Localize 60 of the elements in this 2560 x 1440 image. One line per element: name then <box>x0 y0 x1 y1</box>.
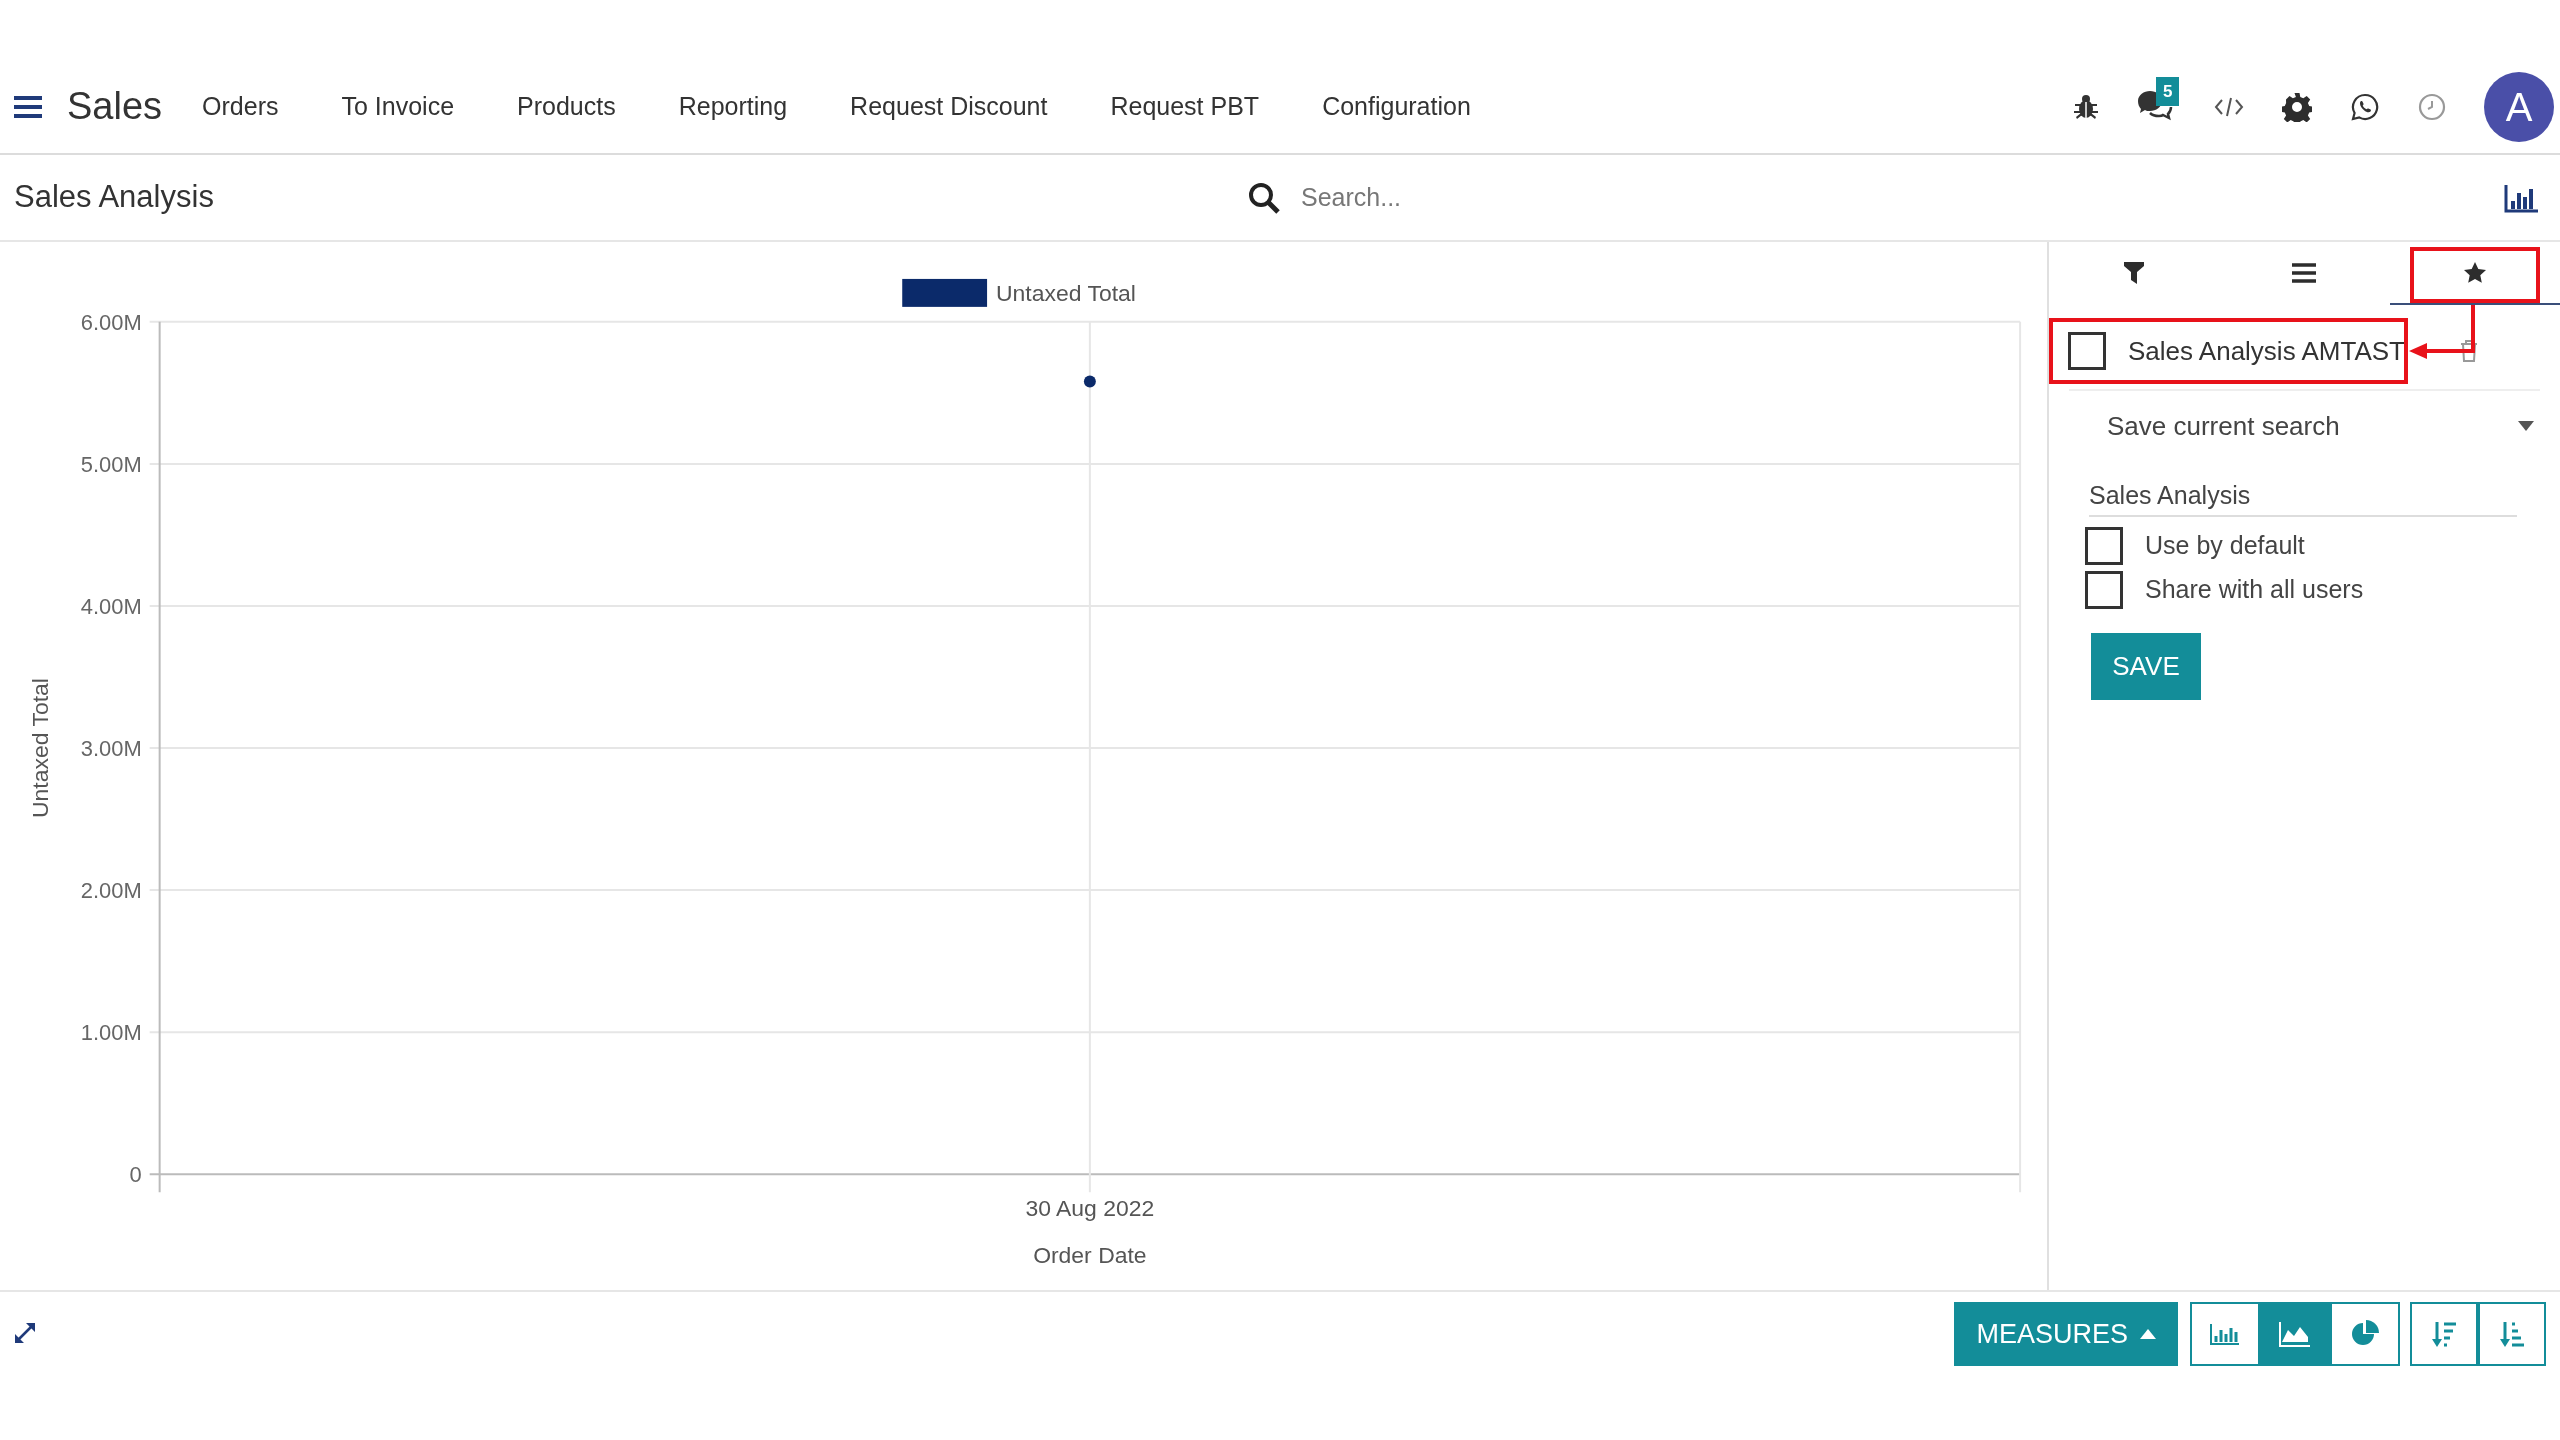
menu-item[interactable]: Orders <box>202 87 279 126</box>
expand-icon[interactable] <box>14 1322 36 1344</box>
menu-item[interactable]: Configuration <box>1322 87 1471 126</box>
bar-chart-icon[interactable] <box>2504 182 2540 213</box>
chart-type-button[interactable] <box>2330 1302 2400 1366</box>
sort-descending-icon <box>2431 1320 2457 1348</box>
menu-item[interactable]: To Invoice <box>341 87 455 126</box>
legend-label: Untaxed Total <box>996 279 1136 306</box>
checkbox[interactable] <box>2085 527 2123 565</box>
star-icon <box>2462 260 2487 285</box>
pie-chart-icon <box>2351 1320 2379 1348</box>
phone-chat-icon[interactable] <box>2350 91 2380 122</box>
filter-icon <box>2124 261 2145 284</box>
y-tick-label: 3.00M <box>80 736 142 761</box>
y-tick-label: 1.00M <box>80 1020 142 1046</box>
save-button[interactable]: SAVE <box>2091 633 2201 700</box>
caret-icon <box>2518 421 2534 431</box>
y-axis-title: Untaxed Total <box>26 678 53 818</box>
save-search-toggle[interactable]: Save current search <box>2049 391 2560 461</box>
area-chart-icon <box>2279 1321 2311 1347</box>
search-icon[interactable] <box>1247 180 1281 215</box>
y-tick-label: 6.00M <box>80 309 142 335</box>
search-field[interactable]: Search... <box>1301 178 2001 217</box>
sort-button[interactable] <box>2410 1302 2478 1366</box>
option-label: Use by default <box>2145 530 2305 562</box>
unread-count-badge: 5 <box>2156 76 2180 106</box>
menu-item[interactable]: Request Discount <box>850 87 1048 126</box>
y-tick-label: 2.00M <box>80 878 142 904</box>
clock-icon[interactable] <box>2418 92 2446 121</box>
y-tick-label: 0 <box>129 1162 142 1188</box>
data-point <box>1083 375 1096 388</box>
favorite-filter-label[interactable]: Sales Analysis AMTAST <box>2128 331 2405 371</box>
chart-type-button[interactable] <box>2190 1302 2260 1366</box>
x-tick-label: 30 Aug 2022 <box>1025 1195 1155 1222</box>
checkbox[interactable] <box>2068 332 2106 370</box>
chart-type-button[interactable] <box>2260 1302 2330 1366</box>
app-name: Sales <box>67 84 163 129</box>
bar-chart-icon <box>2210 1322 2240 1346</box>
user-avatar[interactable]: A <box>2484 71 2554 142</box>
menu-item[interactable]: Products <box>517 87 616 126</box>
settings-icon[interactable] <box>2282 91 2312 122</box>
page-title: Sales Analysis <box>13 178 215 217</box>
menu-item[interactable]: Request PBT <box>1110 87 1260 126</box>
menu-item[interactable]: Reporting <box>678 87 788 126</box>
sort-ascending-icon <box>2499 1320 2525 1348</box>
option-label: Share with all users <box>2145 574 2364 606</box>
x-axis-title: Order Date <box>1033 1242 1147 1269</box>
menu-icon[interactable] <box>14 95 42 118</box>
y-tick-label: 4.00M <box>80 593 142 619</box>
annotation-arrow <box>2409 305 2475 359</box>
sort-button[interactable] <box>2478 1302 2546 1366</box>
bug-icon[interactable] <box>2074 93 2098 120</box>
y-tick-label: 5.00M <box>80 451 142 477</box>
menu-lines-icon <box>2292 262 2317 283</box>
caret-icon <box>2140 1329 2156 1339</box>
trash-icon[interactable] <box>2460 340 2478 362</box>
search-name-field[interactable]: Sales Analysis <box>2089 475 2517 517</box>
measures-button[interactable]: MEASURES <box>1954 1302 2178 1366</box>
code-icon[interactable] <box>2214 95 2244 118</box>
checkbox[interactable] <box>2085 571 2123 609</box>
